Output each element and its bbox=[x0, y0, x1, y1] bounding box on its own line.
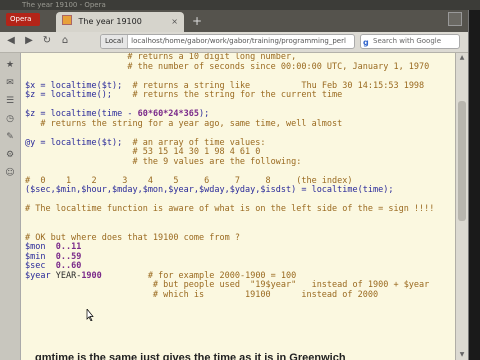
scrollbar-thumb[interactable] bbox=[458, 101, 466, 221]
code-line: # the number of seconds since 00:00:00 U… bbox=[25, 61, 434, 73]
code-segment-number: 60*60*24*365 bbox=[137, 109, 200, 119]
window-title: The year 19100 - Opera bbox=[22, 1, 106, 9]
address-security-label[interactable]: Local bbox=[101, 35, 129, 48]
code-segment-code: $sec bbox=[25, 261, 56, 271]
browser-window: Opera The year 19100 × + ◀ ▶ ↻ ⌂ Local lo… bbox=[0, 10, 469, 360]
code-segment-code: ($sec,$min,$hour,$mday,$mon,$year,$wday,… bbox=[25, 185, 394, 195]
contacts-icon[interactable]: ☺ bbox=[4, 167, 16, 179]
side-panel: ★ ✉ ☰ ◷ ✎ ⚙ ☺ bbox=[0, 53, 21, 360]
code-segment-comment: # OK but where does that 19100 come from… bbox=[25, 232, 240, 243]
notes-icon[interactable]: ✎ bbox=[4, 131, 16, 143]
code-segment-code: @y = localtime($t); bbox=[25, 137, 128, 148]
code-line: ($sec,$min,$hour,$mday,$mon,$year,$wday,… bbox=[25, 185, 434, 196]
scroll-up-icon[interactable]: ▲ bbox=[456, 53, 468, 63]
back-icon[interactable]: ◀ bbox=[4, 34, 18, 48]
code-segment-code: $z = localtime(time - bbox=[25, 109, 138, 119]
code-line: $mon 0..11 bbox=[25, 242, 434, 253]
window-restore-button[interactable] bbox=[448, 12, 462, 26]
code-segment-comment: # returns the string for the current tim… bbox=[127, 90, 343, 100]
window-titlebar: The year 19100 - Opera bbox=[0, 0, 480, 10]
page-paragraph: gmtime is the same just gives the time a… bbox=[35, 352, 346, 360]
code-segment-code: $min bbox=[25, 251, 56, 262]
code-segment-number: 0..11 bbox=[55, 242, 82, 252]
address-bar[interactable]: Local localhost/home/gabor/work/gabor/tra… bbox=[100, 34, 355, 49]
tab-close-icon[interactable]: × bbox=[171, 12, 178, 32]
code-line: # The localtime function is aware of wha… bbox=[25, 204, 435, 215]
page-favicon-icon bbox=[62, 15, 72, 25]
tab-title: The year 19100 bbox=[78, 17, 142, 26]
code-segment-number: 1900 bbox=[81, 270, 102, 281]
code-segment-code: $year bbox=[25, 270, 56, 281]
code-segment-comment: # 53 15 14 30 1 98 4 61 0 bbox=[25, 147, 261, 157]
bookmarks-icon[interactable]: ★ bbox=[4, 59, 16, 71]
forward-icon[interactable]: ▶ bbox=[22, 34, 36, 48]
code-segment-comment: # but people used "19$year" instead of 1… bbox=[25, 280, 430, 290]
code-segment-comment: # The localtime function is aware of wha… bbox=[25, 204, 435, 214]
home-icon[interactable]: ⌂ bbox=[58, 34, 72, 48]
code-segment-comment: # for example 2000-1900 = 100 bbox=[101, 270, 297, 281]
tab-bar: Opera The year 19100 × + bbox=[0, 10, 468, 32]
code-segment-number: 0..59 bbox=[55, 251, 82, 262]
code-line: # returns the string for a year ago, sam… bbox=[25, 118, 434, 130]
code-segment-plain: YEAR- bbox=[55, 270, 82, 281]
code-line: $min 0..59 bbox=[25, 251, 434, 263]
code-segment-code: $mon bbox=[25, 242, 56, 252]
code-segment-comment: # an array of time values: bbox=[127, 137, 266, 148]
new-tab-button[interactable]: + bbox=[190, 14, 204, 28]
code-line: # OK but where does that 19100 come from… bbox=[25, 232, 434, 244]
code-segment-comment: # 0 1 2 3 4 5 6 7 8 (the index) bbox=[25, 175, 353, 186]
history-icon[interactable]: ◷ bbox=[4, 113, 16, 125]
code-line: $z = localtime(); # returns the string f… bbox=[25, 90, 434, 101]
code-segment-comment: # the 9 values are the following: bbox=[25, 156, 302, 167]
scroll-down-icon[interactable]: ▼ bbox=[456, 350, 468, 360]
search-input[interactable]: g Search with Google bbox=[360, 34, 460, 49]
settings-icon[interactable]: ⚙ bbox=[4, 149, 16, 161]
code-segment-number: 0..60 bbox=[55, 261, 82, 271]
panels-icon[interactable]: ☰ bbox=[4, 95, 16, 107]
code-segment-code: ); bbox=[199, 109, 210, 119]
opera-menu-button[interactable]: Opera bbox=[6, 13, 40, 26]
code-line: # the 9 values are the following: bbox=[25, 156, 434, 168]
code-segment-comment: # which is 19100 instead of 2000 bbox=[25, 289, 379, 300]
code-segment-comment: # returns the string for a year ago, sam… bbox=[25, 118, 343, 129]
mouse-cursor-icon bbox=[86, 309, 94, 321]
code-segment-code: $x = localtime($t); bbox=[25, 80, 128, 91]
code-segment-code: $z = localtime(); bbox=[25, 90, 128, 100]
vertical-scrollbar[interactable]: ▲ ▼ bbox=[455, 53, 468, 360]
tab-active[interactable]: The year 19100 × bbox=[56, 12, 184, 32]
navigation-bar: ◀ ▶ ↻ ⌂ Local localhost/home/gabor/work/g… bbox=[0, 32, 468, 53]
code-segment-comment: # the number of seconds since 00:00:00 U… bbox=[25, 61, 430, 72]
code-listing: # returns a 10 digit long number, # the … bbox=[25, 53, 434, 300]
code-segment-comment: # returns a string like Thu Feb 30 14:15… bbox=[127, 80, 425, 91]
code-line: # which is 19100 instead of 2000 bbox=[25, 289, 434, 301]
search-placeholder: Search with Google bbox=[373, 37, 442, 45]
google-search-icon: g bbox=[363, 38, 369, 47]
address-url[interactable]: localhost/home/gabor/work/gabor/training… bbox=[131, 37, 346, 45]
mail-icon[interactable]: ✉ bbox=[4, 77, 16, 89]
reload-icon[interactable]: ↻ bbox=[40, 34, 54, 48]
